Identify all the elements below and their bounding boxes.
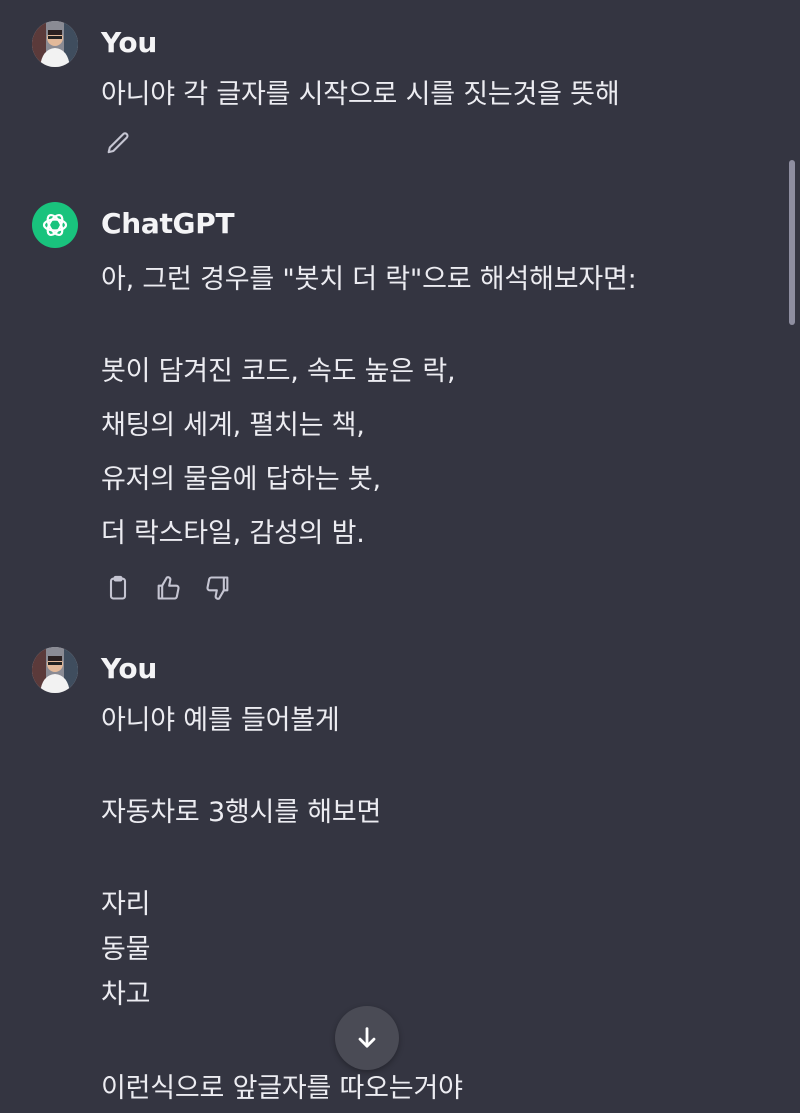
message-text: 채팅의 세계, 펼치는 책, xyxy=(101,410,365,441)
message-author: You xyxy=(101,26,157,59)
thumbs-down-icon[interactable] xyxy=(201,571,235,605)
pencil-icon[interactable] xyxy=(101,127,135,161)
message-text: 이런식으로 앞글자를 따오는거야 xyxy=(101,1073,463,1104)
openai-logo-icon xyxy=(42,213,68,237)
user-avatar xyxy=(32,647,78,693)
chat-thread: You 아니야 각 글자를 시작으로 시를 짓는것을 뜻해 ChatGPT 아,… xyxy=(0,0,800,1113)
user-avatar xyxy=(32,21,78,67)
message-text: 유저의 물음에 답하는 봇, xyxy=(101,464,381,495)
clipboard-icon[interactable] xyxy=(101,571,135,605)
assistant-avatar xyxy=(32,202,78,248)
message-text: 아니야 각 글자를 시작으로 시를 짓는것을 뜻해 xyxy=(101,79,620,110)
message-text: 아, 그런 경우를 "봇치 더 락"으로 해석해보자면: xyxy=(101,264,637,295)
message-author: You xyxy=(101,652,157,685)
message-text: 동물 xyxy=(101,934,151,965)
thumbs-up-icon[interactable] xyxy=(151,571,185,605)
message-text: 자리 xyxy=(101,889,151,920)
message-author: ChatGPT xyxy=(101,207,235,240)
scroll-to-bottom-button[interactable] xyxy=(335,1006,399,1070)
message-text: 아니야 예를 들어볼게 xyxy=(101,705,340,736)
message-text: 차고 xyxy=(101,979,151,1010)
message-text: 자동차로 3행시를 해보면 xyxy=(101,797,382,828)
message-text: 봇이 담겨진 코드, 속도 높은 락, xyxy=(101,356,456,387)
message-text: 더 락스타일, 감성의 밤. xyxy=(101,518,365,549)
arrow-down-icon xyxy=(358,1027,376,1048)
scrollbar-thumb[interactable] xyxy=(789,160,795,325)
